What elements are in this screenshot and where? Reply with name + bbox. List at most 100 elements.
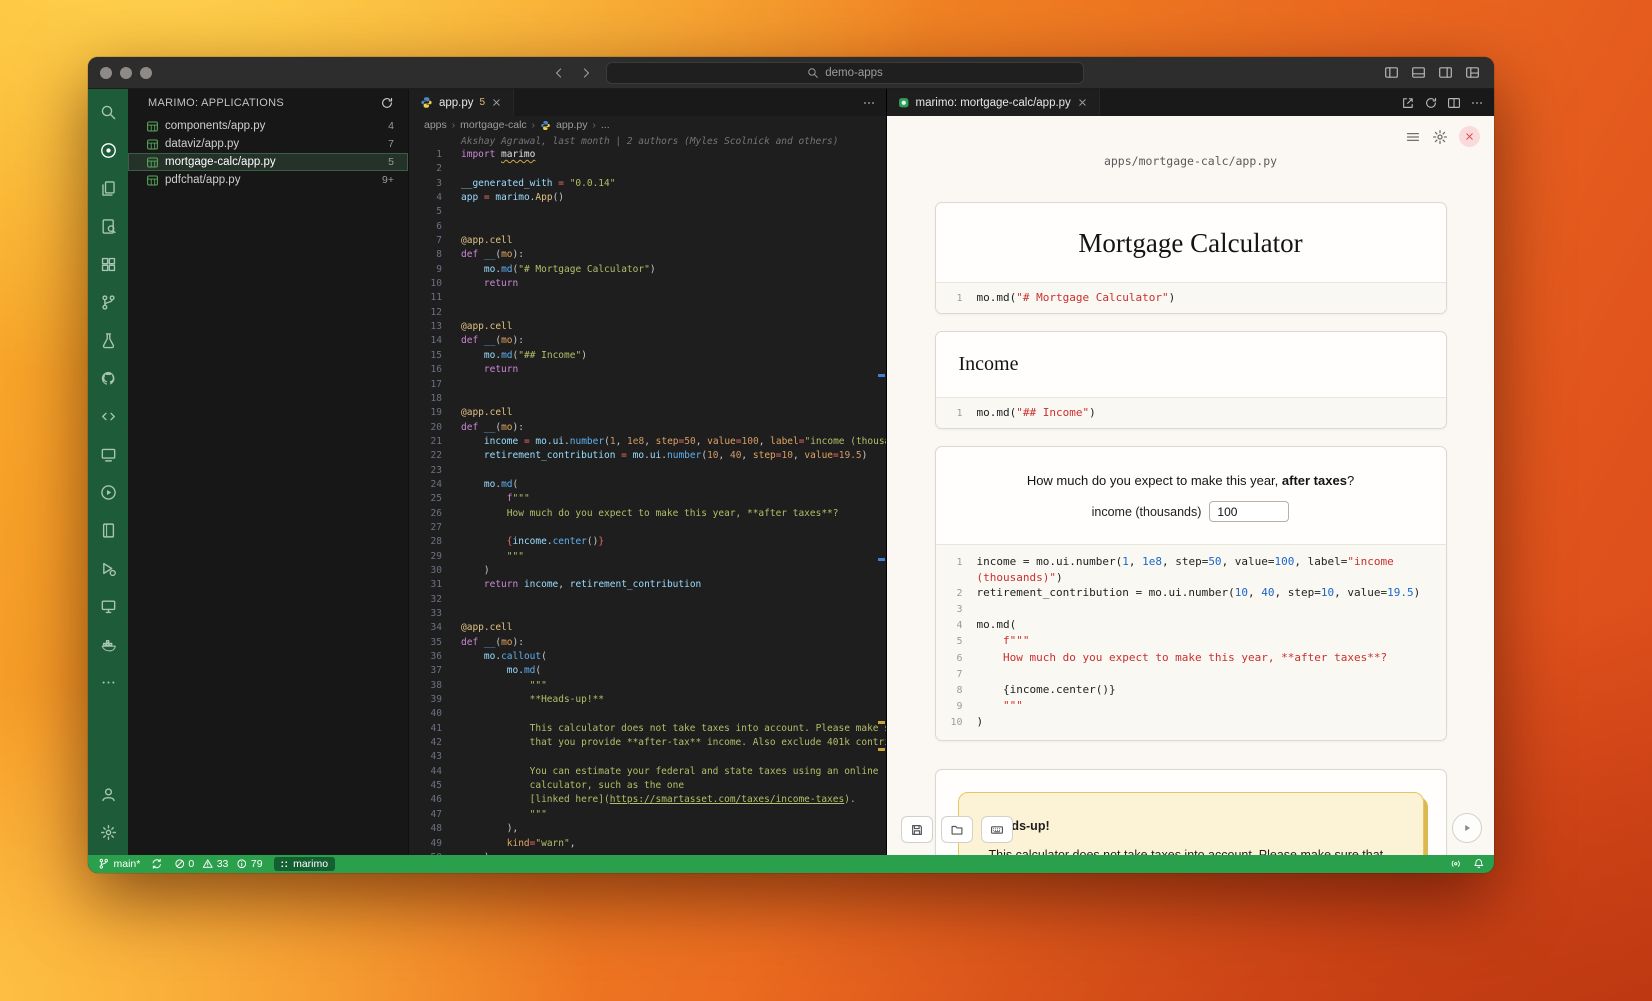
overview-ruler[interactable] (877, 148, 886, 855)
breadcrumb-symbol[interactable]: ... (601, 119, 610, 131)
breadcrumb-folder[interactable]: mortgage-calc (460, 119, 527, 131)
activity-debug[interactable] (88, 549, 128, 587)
sync-status[interactable] (151, 858, 163, 870)
menu-icon[interactable] (1405, 129, 1421, 145)
close-tab-icon[interactable] (491, 97, 502, 108)
activity-extensions[interactable] (88, 245, 128, 283)
customize-layout-icon[interactable] (1465, 65, 1480, 80)
tab-app-py[interactable]: app.py 5 (409, 89, 514, 116)
cell-input-card: How much do you expect to make this year… (935, 446, 1447, 740)
shutdown-button[interactable] (1459, 126, 1480, 147)
marimo-toolbar (1405, 126, 1480, 147)
activity-github[interactable] (88, 359, 128, 397)
git-branch-icon (98, 858, 110, 870)
activity-git-branch[interactable] (88, 283, 128, 321)
activity-notebook[interactable] (88, 511, 128, 549)
open-external-icon[interactable] (1401, 96, 1415, 110)
editor-actions-icon[interactable] (1470, 96, 1484, 110)
sidebar-header: MARIMO: APPLICATIONS (128, 89, 408, 117)
breadcrumb-apps[interactable]: apps (424, 119, 447, 131)
titlebar: demo-apps (88, 57, 1494, 89)
toggle-panel-icon[interactable] (1411, 65, 1426, 80)
zoom-window-button[interactable] (140, 67, 152, 79)
activity-more[interactable] (88, 663, 128, 701)
close-tab-icon[interactable] (1077, 97, 1088, 108)
sidebar-item[interactable]: components/app.py4 (128, 117, 408, 135)
app-path: apps/mortgage-calc/app.py (887, 154, 1494, 168)
tab-problems-badge: 5 (480, 97, 486, 108)
run-button[interactable] (1452, 813, 1482, 843)
sidebar-item[interactable]: dataviz/app.py7 (128, 135, 408, 153)
sidebar-item-label: pdfchat/app.py (165, 174, 240, 186)
notifications-bell-icon[interactable] (1473, 858, 1485, 870)
problems-badge: 9+ (382, 174, 394, 186)
tab-label: app.py (439, 97, 474, 109)
command-center-search[interactable]: demo-apps (606, 62, 1084, 84)
preview-group: marimo: mortgage-calc/app.py (886, 89, 1494, 855)
activity-search-doc[interactable] (88, 207, 128, 245)
git-branch-status[interactable]: main* (98, 858, 140, 870)
sync-icon (151, 858, 163, 870)
sidebar-item[interactable]: pdfchat/app.py 9+ (128, 171, 408, 189)
activity-settings-gear[interactable] (88, 813, 128, 851)
search-icon (100, 104, 117, 121)
minimize-window-button[interactable] (120, 67, 132, 79)
activity-marimo-ext[interactable] (88, 131, 128, 169)
gear-icon[interactable] (1432, 129, 1448, 145)
broadcast-icon[interactable] (1450, 858, 1462, 870)
github-icon (100, 370, 117, 387)
remote-window-icon (100, 446, 117, 463)
activity-search[interactable] (88, 93, 128, 131)
marimo-ext-icon (100, 142, 117, 159)
activity-account[interactable] (88, 775, 128, 813)
activity-beaker[interactable] (88, 321, 128, 359)
refresh-icon[interactable] (380, 96, 394, 110)
activity-play-circle[interactable] (88, 473, 128, 511)
sidebar-title: MARIMO: APPLICATIONS (148, 97, 284, 109)
infos-icon (236, 858, 248, 870)
toggle-sidebar-icon[interactable] (1384, 65, 1399, 80)
python-icon (420, 96, 433, 109)
save-button[interactable] (901, 816, 933, 843)
activity-remote-window[interactable] (88, 435, 128, 473)
tab-marimo-preview[interactable]: marimo: mortgage-calc/app.py (887, 89, 1100, 116)
vscode-window: demo-apps MARIMO: APPLICATIONS compo (88, 57, 1494, 873)
extensions-icon (100, 256, 117, 273)
split-editor-icon[interactable] (1447, 96, 1461, 110)
activity-code[interactable] (88, 397, 128, 435)
sidebar-item[interactable]: mortgage-calc/app.py5 (128, 153, 408, 171)
beaker-icon (100, 332, 117, 349)
cell-income-card: Income 1mo.md("## Income") (935, 331, 1447, 429)
status-bar: main* 0 33 79 marimo (88, 855, 1494, 873)
activity-docker[interactable] (88, 625, 128, 663)
cell-title-card: Mortgage Calculator 1mo.md("# Mortgage C… (935, 202, 1447, 314)
reload-preview-icon[interactable] (1424, 96, 1438, 110)
warnings-icon (202, 858, 214, 870)
toggle-secondary-sidebar-icon[interactable] (1438, 65, 1453, 80)
close-window-button[interactable] (100, 67, 112, 79)
callout-paragraph: This calculator does not take taxes into… (989, 846, 1393, 855)
cell-code[interactable]: 1mo.md("# Mortgage Calculator") (936, 282, 1446, 313)
breadcrumb-file[interactable]: app.py (556, 119, 588, 131)
problems-badge: 4 (388, 120, 394, 132)
activity-files[interactable] (88, 169, 128, 207)
panel-button[interactable] (941, 816, 973, 843)
code-editor[interactable]: 1import marimo2 3__generated_with = "0.0… (409, 148, 886, 855)
cell-code[interactable]: 1mo.md("## Income") (936, 397, 1446, 428)
cell-code[interactable]: 1income = mo.ui.number(1, 1e8, step=50, … (936, 544, 1446, 739)
activity-devices[interactable] (88, 587, 128, 625)
history-forward-icon[interactable] (579, 66, 593, 80)
preview-tab-bar: marimo: mortgage-calc/app.py (887, 89, 1494, 116)
desktop: demo-apps MARIMO: APPLICATIONS compo (0, 0, 1652, 1001)
debug-icon (100, 560, 117, 577)
marimo-app-icon (146, 120, 159, 133)
code-icon (100, 408, 117, 425)
marimo-status[interactable]: marimo (274, 857, 336, 871)
history-back-icon[interactable] (552, 66, 566, 80)
income-input[interactable] (1209, 501, 1289, 522)
keyboard-icon (990, 823, 1004, 837)
shortcuts-button[interactable] (981, 816, 1013, 843)
layout-controls (1384, 65, 1494, 80)
editor-actions-icon[interactable] (862, 96, 876, 110)
problems-status[interactable]: 0 33 79 (174, 858, 263, 870)
